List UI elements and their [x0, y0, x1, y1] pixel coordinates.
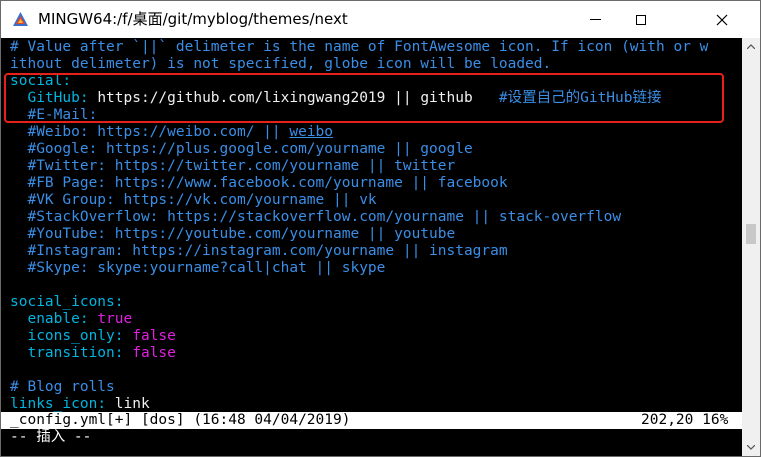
chevron-up-icon [747, 44, 755, 49]
editor-token: false [132, 345, 176, 361]
editor-token: #Twitter: https://twitter.com/yourname |… [10, 158, 456, 174]
editor-line: #Twitter: https://twitter.com/yourname |… [10, 158, 455, 175]
editor-line: enable: true [10, 311, 132, 328]
editor-token: : [114, 345, 133, 361]
editor-line: GitHub: https://github.com/lixingwang201… [10, 90, 662, 107]
editor-line: #VK Group: https://vk.com/yourname || vk [10, 192, 377, 209]
editor-token: #Skype: skype:yourname?call|chat || skyp… [10, 260, 386, 276]
editor-line: #E-Mail: [10, 107, 97, 124]
editor-token: : [97, 396, 115, 412]
scroll-up-button[interactable] [742, 38, 760, 55]
editor-area[interactable]: # Value after `||` delimeter is the name… [1, 38, 742, 446]
editor-token: #Weibo: https://weibo.com/ || [10, 124, 290, 140]
editor-token: enable [10, 311, 80, 327]
bottom-strip [1, 446, 742, 456]
editor-line: #YouTube: https://youtube.com/yourname |… [10, 226, 455, 243]
editor-token: social_icons [10, 294, 115, 310]
editor-line: icons_only: false [10, 328, 176, 345]
maximize-icon [636, 14, 646, 25]
editor-token: #YouTube: https://youtube.com/yourname |… [10, 226, 456, 242]
scroll-thumb[interactable] [746, 224, 756, 244]
editor-token: ithout delimeter) is not specified, glob… [10, 56, 552, 72]
editor-token: #Google: https://plus.google.com/yournam… [10, 141, 473, 157]
editor-token: https://github.com/lixingwang2019 || git… [97, 90, 473, 106]
editor-token: : [114, 328, 133, 344]
editor-token: : [114, 294, 124, 310]
editor-token: #VK Group: https://vk.com/yourname || vk [10, 192, 377, 208]
terminal-window: MINGW64:/f/桌面/git/myblog/themes/next # V… [0, 0, 761, 457]
editor-token: #设置自己的GitHub链接 [472, 90, 662, 106]
scroll-down-button[interactable] [742, 439, 760, 456]
editor-line: # Blog rolls [10, 379, 115, 396]
editor-token: transition [10, 345, 115, 361]
editor-token: true [97, 311, 133, 327]
window-title: MINGW64:/f/桌面/git/myblog/themes/next [38, 10, 348, 28]
mingw-icon [13, 12, 28, 26]
editor-line: social_icons: [10, 294, 124, 311]
minimize-button[interactable] [572, 1, 618, 38]
editor-token: #Instagram: https://instagram.com/yourna… [10, 243, 508, 259]
editor-token: #StackOverflow: https://stackoverflow.co… [10, 209, 622, 225]
editor-line: ithout delimeter) is not specified, glob… [10, 56, 551, 73]
editor-line: links_icon: link [10, 396, 150, 413]
editor-token: # Value after `||` delimeter is the name… [10, 39, 709, 55]
editor-token: : [79, 90, 98, 106]
vertical-scrollbar[interactable] [742, 38, 760, 456]
editor-token: link [114, 396, 150, 412]
editor-token: social [10, 73, 63, 89]
minimize-icon [589, 19, 601, 20]
editor-token: : [62, 73, 72, 89]
editor-line: #Weibo: https://weibo.com/ || weibo [10, 124, 333, 141]
editor-line: social: [10, 73, 71, 90]
close-icon [716, 14, 728, 25]
editor-token: links_icon [10, 396, 98, 412]
title-bar[interactable]: MINGW64:/f/桌面/git/myblog/themes/next [1, 1, 760, 38]
editor-line: #FB Page: https://www.facebook.com/yourn… [10, 175, 508, 192]
close-button[interactable] [684, 1, 760, 38]
chevron-down-icon [747, 445, 755, 450]
editor-token: # Blog rolls [10, 379, 115, 395]
editor-token: GitHub [10, 90, 80, 106]
maximize-button[interactable] [618, 1, 664, 38]
editor-token: false [132, 328, 176, 344]
editor-line: #Google: https://plus.google.com/yournam… [10, 141, 473, 158]
editor-line: # Value after `||` delimeter is the name… [10, 39, 708, 56]
editor-token: icons_only [10, 328, 115, 344]
editor-token: weibo [289, 124, 334, 140]
editor-token: #FB Page: https://www.facebook.com/yourn… [10, 175, 508, 191]
editor-line: #StackOverflow: https://stackoverflow.co… [10, 209, 621, 226]
editor-line: #Instagram: https://instagram.com/yourna… [10, 243, 508, 260]
editor-token: : [79, 311, 98, 327]
editor-token: #E-Mail: [10, 107, 98, 123]
editor-line: transition: false [10, 345, 176, 362]
editor-line: #Skype: skype:yourname?call|chat || skyp… [10, 260, 385, 277]
